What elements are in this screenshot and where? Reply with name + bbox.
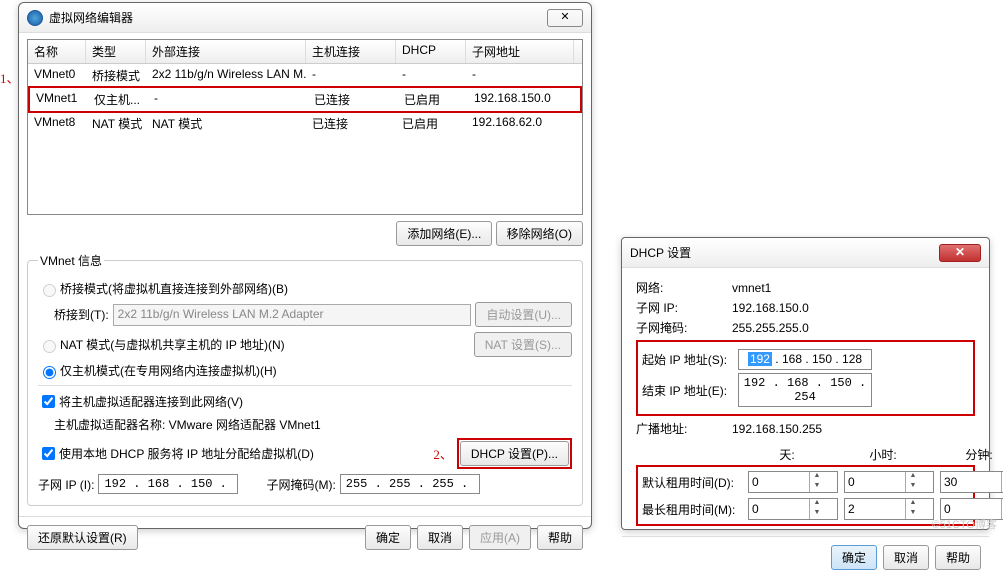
dialog-footer: 还原默认设置(R) 确定 取消 应用(A) 帮助 (19, 516, 591, 558)
bridge-to-label: 桥接到(T): (54, 306, 109, 323)
max-lease-label: 最长租用时间(M): (642, 501, 742, 518)
network-label: 网络: (636, 279, 732, 296)
dialog-title: 虚拟网络编辑器 (49, 9, 547, 26)
table-cell: 192.168.62.0 (466, 112, 574, 135)
dhcp-title-bar: DHCP 设置 ✕ (622, 238, 989, 268)
default-days-spinner[interactable]: ▲▼ (748, 471, 838, 493)
dhcp-dialog-title: DHCP 设置 (630, 244, 939, 261)
broadcast-label: 广播地址: (636, 420, 732, 437)
col-type[interactable]: 类型 (86, 40, 146, 63)
table-cell: VMnet8 (28, 112, 86, 135)
annotation-1: 1、 (0, 68, 20, 87)
table-cell: 已启用 (398, 88, 468, 111)
col-dhcp[interactable]: DHCP (396, 40, 466, 63)
dhcp-close-button[interactable]: ✕ (939, 244, 981, 262)
subnet-ip-label: 子网 IP (I): (38, 476, 94, 493)
subnet-mask-label: 子网掩码(M): (266, 476, 335, 493)
col-subnet[interactable]: 子网地址 (466, 40, 574, 63)
close-button[interactable]: ✕ (547, 9, 583, 27)
table-row[interactable]: VMnet1仅主机...-已连接已启用192.168.150.0 (28, 86, 582, 113)
end-ip-input[interactable]: 192 . 168 . 150 . 254 (738, 373, 872, 407)
default-hours-spinner[interactable]: ▲▼ (844, 471, 934, 493)
add-network-button[interactable]: 添加网络(E)... (396, 221, 492, 246)
table-cell: - (148, 88, 308, 111)
start-ip-input[interactable]: 192 . 168 . 150 . 128 (738, 349, 872, 370)
vmnet-info-group: VMnet 信息 桥接模式(将虚拟机直接连接到外部网络)(B) 桥接到(T): … (27, 252, 583, 506)
annotation-2: 2、 (433, 444, 453, 463)
broadcast-value: 192.168.150.255 (732, 422, 975, 436)
network-table: 名称 类型 外部连接 主机连接 DHCP 子网地址 VMnet0桥接模式2x2 … (27, 39, 583, 215)
table-cell: VMnet1 (30, 88, 88, 111)
subnet-label: 子网 IP: (636, 299, 732, 316)
mask-value: 255.255.255.0 (732, 321, 975, 335)
globe-icon (27, 10, 43, 26)
table-body[interactable]: VMnet0桥接模式2x2 11b/g/n Wireless LAN M...-… (28, 64, 582, 214)
table-cell: - (306, 64, 396, 87)
table-cell: 已启用 (396, 112, 466, 135)
dhcp-settings-dialog: DHCP 设置 ✕ 网络:vmnet1 子网 IP:192.168.150.0 … (621, 237, 990, 530)
start-ip-label: 起始 IP 地址(S): (642, 351, 738, 368)
subnet-ip-input[interactable] (98, 474, 238, 494)
bridge-adapter-select[interactable]: 2x2 11b/g/n Wireless LAN M.2 Adapter (113, 304, 472, 326)
table-cell: - (466, 64, 574, 87)
dhcp-cancel-button[interactable]: 取消 (883, 545, 929, 570)
nat-radio[interactable]: NAT 模式(与虚拟机共享主机的 IP 地址)(N) (38, 336, 470, 353)
table-cell: 2x2 11b/g/n Wireless LAN M... (146, 64, 306, 87)
max-hours-spinner[interactable]: ▲▼ (844, 498, 934, 520)
table-cell: - (396, 64, 466, 87)
table-row[interactable]: VMnet8NAT 模式NAT 模式已连接已启用192.168.62.0 (28, 112, 582, 135)
default-minutes-spinner[interactable]: ▲▼ (940, 471, 1003, 493)
table-cell: NAT 模式 (146, 112, 306, 135)
table-header: 名称 类型 外部连接 主机连接 DHCP 子网地址 (28, 40, 582, 64)
default-lease-label: 默认租用时间(D): (642, 474, 742, 491)
table-row[interactable]: VMnet0桥接模式2x2 11b/g/n Wireless LAN M...-… (28, 64, 582, 87)
col-name[interactable]: 名称 (28, 40, 86, 63)
dhcp-settings-button[interactable]: DHCP 设置(P)... (460, 441, 569, 466)
col-external[interactable]: 外部连接 (146, 40, 306, 63)
hours-header: 小时: (838, 446, 928, 463)
title-bar: 虚拟网络编辑器 ✕ (19, 3, 591, 33)
virtual-network-editor-dialog: 虚拟网络编辑器 ✕ 名称 类型 外部连接 主机连接 DHCP 子网地址 VMne… (18, 2, 592, 529)
adapter-name-label: 主机虚拟适配器名称: VMware 网络适配器 VMnet1 (54, 416, 321, 433)
table-cell: 仅主机... (88, 88, 148, 111)
end-ip-label: 结束 IP 地址(E): (642, 382, 738, 399)
watermark: ©51CTO博客 (932, 516, 997, 532)
use-dhcp-checkbox[interactable]: 使用本地 DHCP 服务将 IP 地址分配给虚拟机(D) (38, 444, 429, 463)
table-cell: 已连接 (306, 112, 396, 135)
auto-settings-button[interactable]: 自动设置(U)... (475, 302, 572, 327)
network-value: vmnet1 (732, 281, 975, 295)
minutes-header: 分钟: (934, 446, 1003, 463)
days-header: 天: (742, 446, 832, 463)
table-cell: 192.168.150.0 (468, 88, 576, 111)
col-host[interactable]: 主机连接 (306, 40, 396, 63)
mask-label: 子网掩码: (636, 319, 732, 336)
vmnet-info-legend: VMnet 信息 (38, 252, 104, 269)
nat-settings-button[interactable]: NAT 设置(S)... (474, 332, 572, 357)
table-cell: VMnet0 (28, 64, 86, 87)
dhcp-help-button[interactable]: 帮助 (935, 545, 981, 570)
hostonly-radio[interactable]: 仅主机模式(在专用网络内连接虚拟机)(H) (38, 362, 277, 379)
remove-network-button[interactable]: 移除网络(O) (496, 221, 583, 246)
subnet-mask-input[interactable] (340, 474, 480, 494)
bridged-radio[interactable]: 桥接模式(将虚拟机直接连接到外部网络)(B) (38, 280, 288, 297)
table-cell: 已连接 (308, 88, 398, 111)
max-days-spinner[interactable]: ▲▼ (748, 498, 838, 520)
table-cell: 桥接模式 (86, 64, 146, 87)
table-cell: NAT 模式 (86, 112, 146, 135)
subnet-value: 192.168.150.0 (732, 301, 975, 315)
dhcp-footer: 确定 取消 帮助 (622, 536, 989, 577)
connect-host-checkbox[interactable]: 将主机虚拟适配器连接到此网络(V) (38, 392, 243, 411)
dhcp-ok-button[interactable]: 确定 (831, 545, 877, 570)
